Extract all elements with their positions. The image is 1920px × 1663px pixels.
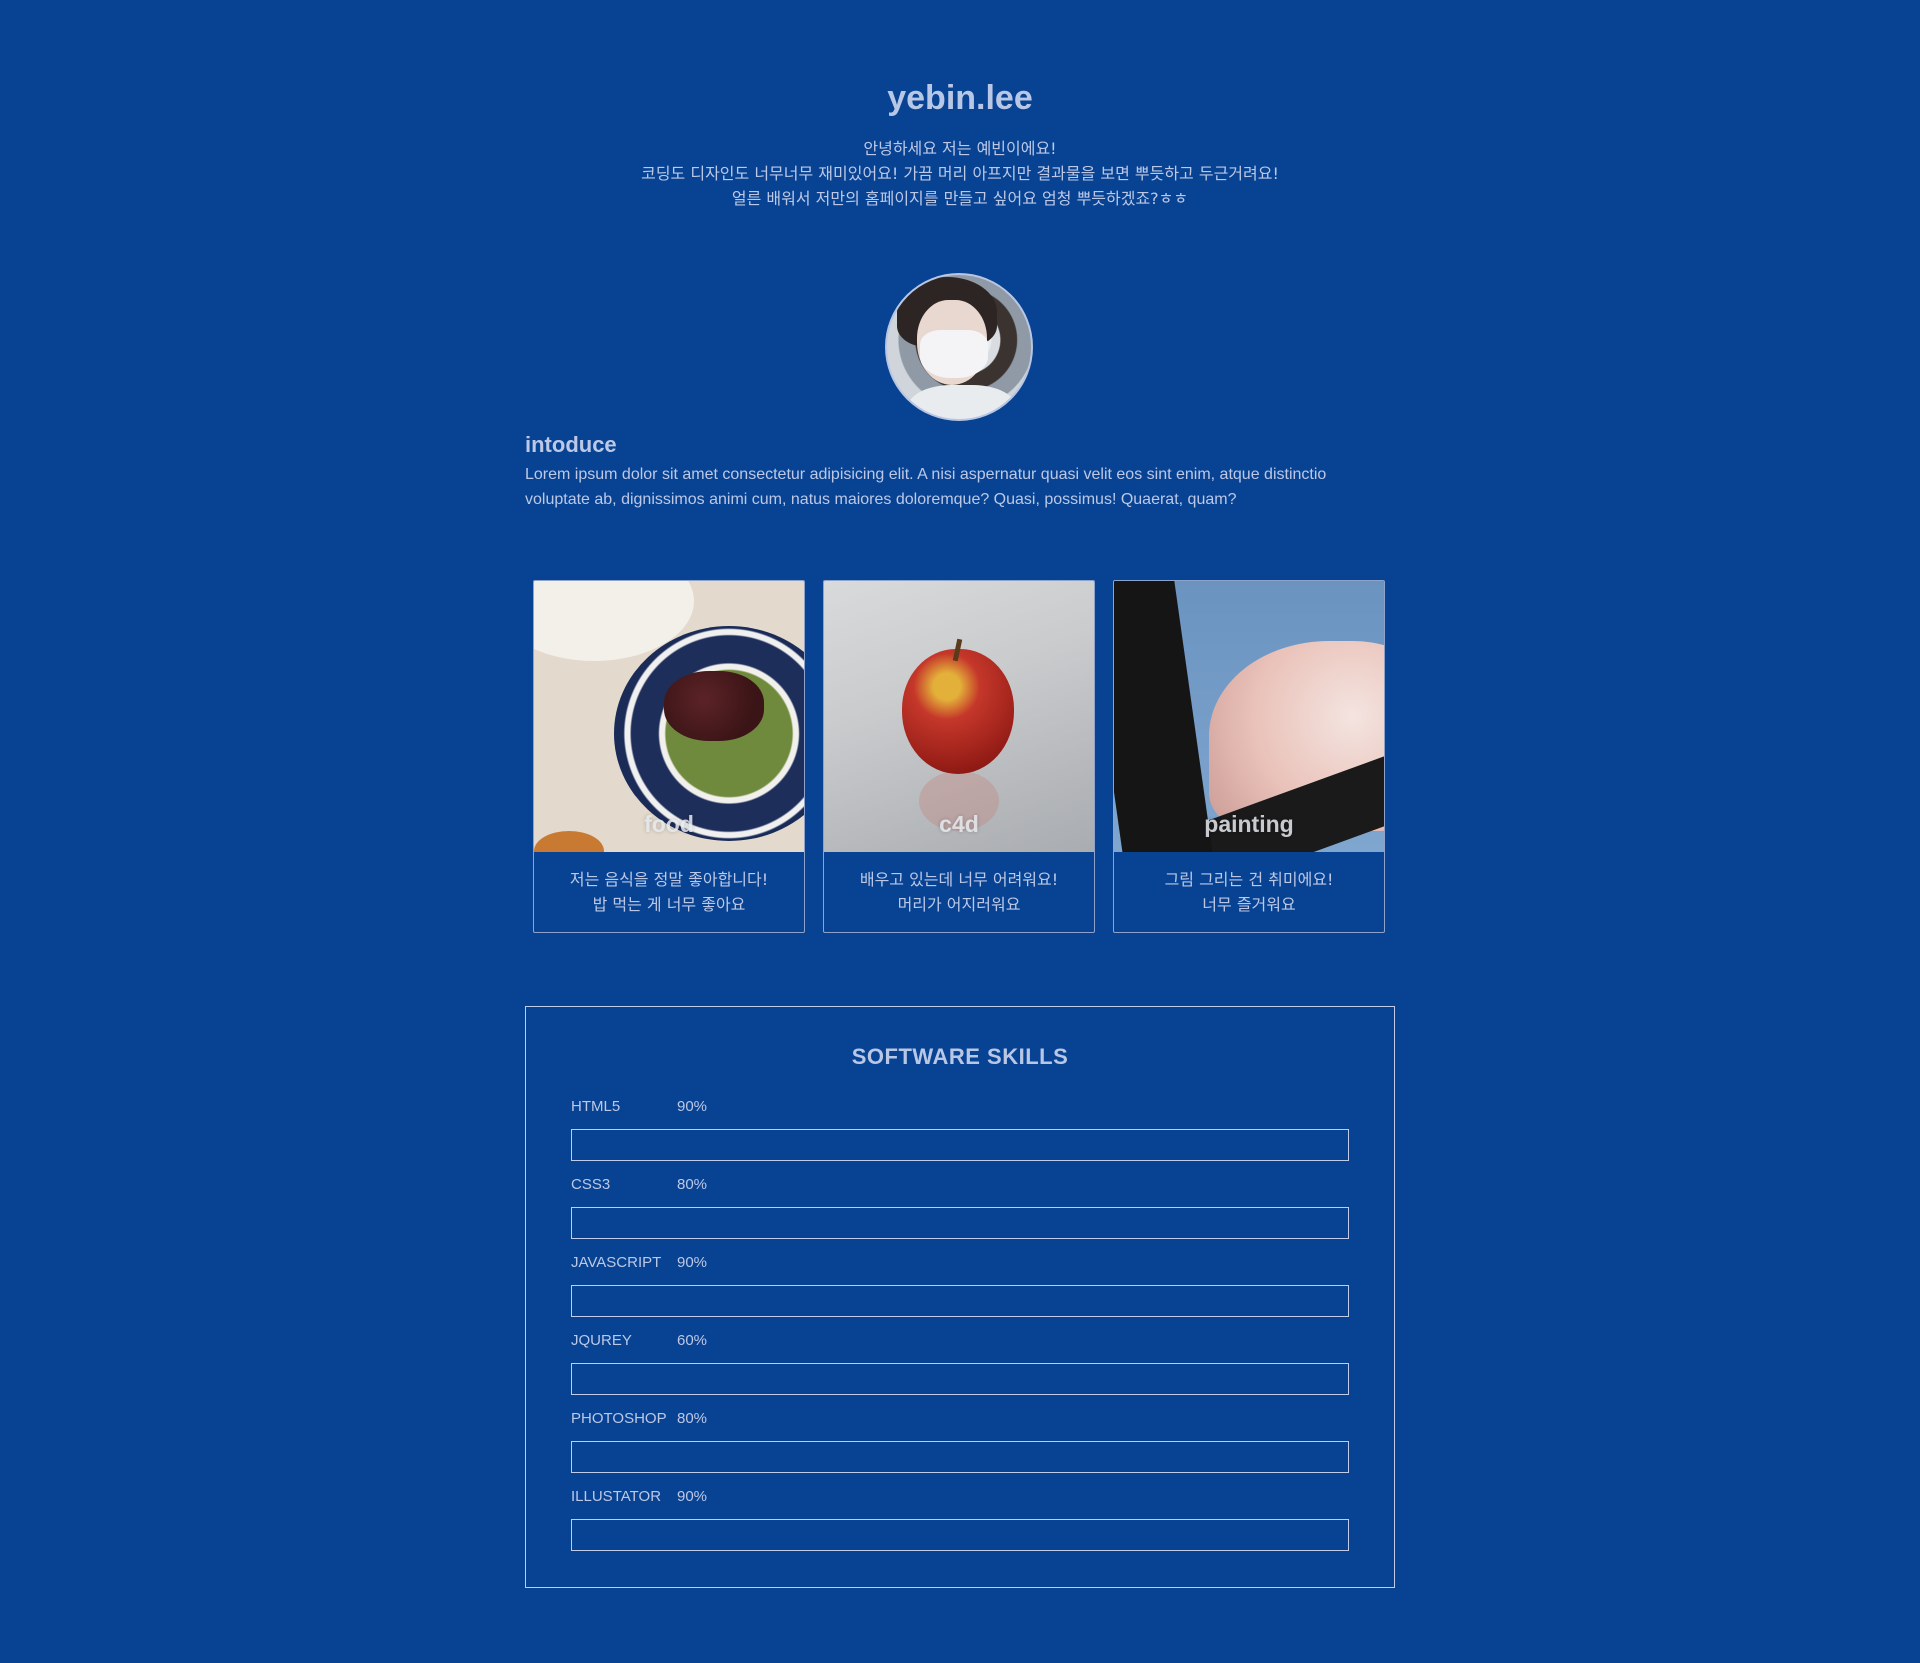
greeting-line: 안녕하세요 저는 예빈이에요!	[863, 139, 1057, 158]
intro-section: intoduce Lorem ipsum dolor sit amet cons…	[525, 428, 1370, 512]
card-desc-line: 너무 즐거워요	[1202, 895, 1296, 914]
card-desc-line: 밥 먹는 게 너무 좋아요	[592, 895, 746, 914]
skill-bar	[571, 1363, 1349, 1395]
card-desc-line: 저는 음식을 정말 좋아합니다!	[569, 870, 769, 889]
skill-bar	[571, 1285, 1349, 1317]
card-desc-line: 배우고 있는데 너무 어려워요!	[859, 870, 1059, 889]
avatar-shirt	[907, 385, 1017, 419]
skill-bar-fill	[572, 1286, 1270, 1316]
greeting-line: 코딩도 디자인도 너무너무 재미있어요! 가끔 머리 아프지만 결과물을 보면 …	[641, 164, 1279, 183]
card-desc-line: 그림 그리는 건 취미에요!	[1164, 870, 1334, 889]
card-description: 배우고 있는데 너무 어려워요! 머리가 어지러워요	[824, 852, 1094, 917]
skill-bar	[571, 1207, 1349, 1239]
skill-name: JQUREY	[571, 1332, 632, 1349]
card-desc-line: 머리가 어지러워요	[897, 895, 1021, 914]
avatar-mask	[920, 330, 988, 378]
skill-bar-fill	[572, 1208, 1193, 1238]
skill-css3: CSS3 80%	[571, 1175, 1349, 1239]
skill-html5: HTML5 90%	[571, 1097, 1349, 1161]
skill-illustrator: ILLUSTATOR 90%	[571, 1487, 1349, 1551]
food-dish	[664, 671, 764, 741]
apple	[902, 649, 1014, 774]
skill-percent: 80%	[677, 1410, 708, 1427]
avatar	[885, 273, 1033, 421]
card-label: painting	[1204, 811, 1294, 837]
card-label: c4d	[939, 811, 979, 837]
skill-photoshop: PHOTOSHOP 80%	[571, 1409, 1349, 1473]
skill-bar	[571, 1129, 1349, 1161]
skill-javascript: JAVASCRIPT 90%	[571, 1253, 1349, 1317]
greeting-text: 안녕하세요 저는 예빈이에요! 코딩도 디자인도 너무너무 재미있어요! 가끔 …	[0, 136, 1920, 211]
skill-bar-fill	[572, 1520, 1270, 1550]
skill-name: JAVASCRIPT	[571, 1254, 662, 1271]
site-title[interactable]: yebin.lee	[0, 70, 1920, 126]
painting-image: painting	[1114, 581, 1384, 852]
skill-bar	[571, 1519, 1349, 1551]
skill-percent: 60%	[677, 1332, 708, 1349]
page-header: yebin.lee 안녕하세요 저는 예빈이에요! 코딩도 디자인도 너무너무 …	[0, 70, 1920, 211]
skill-jquery: JQUREY 60%	[571, 1331, 1349, 1395]
c4d-image: c4d	[824, 581, 1094, 852]
skill-name: ILLUSTATOR	[571, 1488, 662, 1505]
skill-bar-fill	[572, 1130, 1270, 1160]
card-description: 저는 음식을 정말 좋아합니다! 밥 먹는 게 너무 좋아요	[534, 852, 804, 917]
hobby-cards: food 저는 음식을 정말 좋아합니다! 밥 먹는 게 너무 좋아요 c4d …	[533, 580, 1388, 935]
intro-title: intoduce	[525, 432, 617, 457]
skills-title: SOFTWARE SKILLS	[851, 1044, 1069, 1069]
skill-percent: 80%	[677, 1176, 708, 1193]
skill-bar-fill	[572, 1442, 1193, 1472]
food-image: food	[534, 581, 804, 852]
skill-name: CSS3	[571, 1176, 611, 1193]
skills-panel: SOFTWARE SKILLS HTML5 90% CSS3 80% JAVASCR…	[525, 1006, 1395, 1588]
skill-percent: 90%	[677, 1098, 708, 1115]
skill-percent: 90%	[677, 1488, 708, 1505]
card-label: food	[644, 811, 694, 837]
skill-percent: 90%	[677, 1254, 708, 1271]
card-painting[interactable]: painting 그림 그리는 건 취미에요! 너무 즐거워요	[1113, 580, 1385, 933]
skill-name: HTML5	[571, 1098, 621, 1115]
skill-name: PHOTOSHOP	[571, 1410, 667, 1427]
skill-bar-fill	[572, 1364, 1038, 1394]
card-description: 그림 그리는 건 취미에요! 너무 즐거워요	[1114, 852, 1384, 917]
intro-text: Lorem ipsum dolor sit amet consectetur a…	[525, 466, 1327, 508]
skill-bar	[571, 1441, 1349, 1473]
greeting-line: 얼른 배워서 저만의 홈페이지를 만들고 싶어요 엄청 뿌듯하겠죠?ㅎㅎ	[731, 189, 1189, 208]
card-food[interactable]: food 저는 음식을 정말 좋아합니다! 밥 먹는 게 너무 좋아요	[533, 580, 805, 933]
card-c4d[interactable]: c4d 배우고 있는데 너무 어려워요! 머리가 어지러워요	[823, 580, 1095, 933]
